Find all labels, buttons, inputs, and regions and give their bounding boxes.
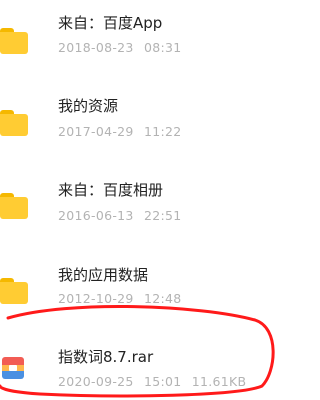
file-name: 来自：百度相册: [58, 181, 164, 199]
folder-icon: [0, 28, 30, 58]
file-name: 来自：百度App: [58, 14, 163, 32]
list-item[interactable]: 指数词8.7.rar 2020-09-25 15:01 11.61KB: [0, 338, 300, 400]
file-time: 15:01: [143, 374, 182, 389]
file-date: 2017-04-29: [58, 124, 134, 139]
folder-icon: [0, 278, 30, 308]
file-meta: 2017-04-29 11:22: [58, 124, 187, 139]
file-date: 2012-10-29: [58, 291, 134, 306]
list-item[interactable]: 来自：百度App 2018-08-23 08:31: [0, 10, 300, 80]
file-time: 22:51: [143, 208, 182, 223]
folder-icon: [0, 193, 30, 223]
file-name: 我的应用数据: [58, 266, 149, 284]
rar-archive-icon: [2, 357, 24, 379]
file-time: 12:48: [143, 291, 182, 306]
file-meta: 2012-10-29 12:48: [58, 291, 187, 306]
file-date: 2020-09-25: [58, 374, 134, 389]
file-meta: 2016-06-13 22:51: [58, 208, 187, 223]
file-list-screen: 来自：百度App 2018-08-23 08:31 我的资源 2017-04-2…: [0, 0, 300, 400]
list-item[interactable]: 来自：百度相册 2016-06-13 22:51: [0, 175, 300, 245]
file-name: 指数词8.7.rar: [58, 348, 154, 366]
file-time: 08:31: [143, 40, 182, 55]
file-date: 2018-08-23: [58, 40, 134, 55]
list-item[interactable]: 我的应用数据 2012-10-29 12:48: [0, 260, 300, 330]
file-meta: 2020-09-25 15:01 11.61KB: [58, 374, 252, 389]
file-meta: 2018-08-23 08:31: [58, 40, 187, 55]
folder-icon: [0, 110, 30, 140]
file-date: 2016-06-13: [58, 208, 134, 223]
file-size: 11.61KB: [191, 374, 247, 389]
file-time: 11:22: [143, 124, 182, 139]
list-item[interactable]: 我的资源 2017-04-29 11:22: [0, 90, 300, 160]
file-name: 我的资源: [58, 97, 119, 115]
